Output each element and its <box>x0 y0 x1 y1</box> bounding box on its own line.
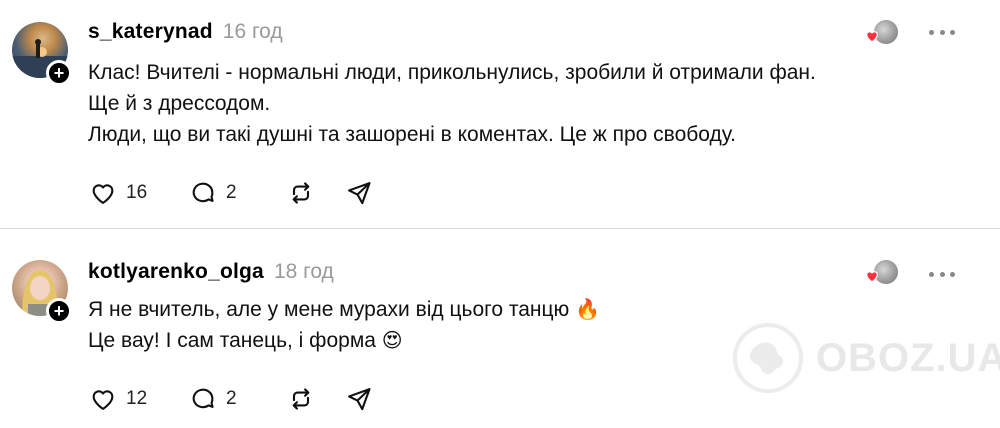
share-button[interactable] <box>344 179 374 207</box>
post-text-content: Я не вчитель, але у мене мурахи від цьог… <box>88 298 570 321</box>
username[interactable]: s_katerynad <box>88 20 213 44</box>
fire-emoji-icon: 🔥 <box>575 297 601 321</box>
timestamp: 16 год <box>222 20 283 43</box>
comment-button[interactable]: 2 <box>188 385 286 413</box>
globe-logo-icon <box>733 323 803 393</box>
send-icon <box>348 182 371 205</box>
post-text-content: Це вау! І сам танець, і форма <box>88 329 376 352</box>
post-actions: 16 2 <box>88 178 374 208</box>
comment-count: 2 <box>226 182 237 203</box>
post-divider <box>0 228 1000 229</box>
post-text-line: Люди, що ви такі душні та зашорені в ком… <box>88 123 736 146</box>
timestamp: 18 год <box>273 260 334 283</box>
comment-button[interactable]: 2 <box>188 179 286 207</box>
comment-bubble-icon <box>192 388 214 409</box>
liked-by-author-indicator <box>862 20 902 46</box>
watermark-text: OBOZ.UA <box>816 336 1000 380</box>
username[interactable]: kotlyarenko_olga <box>88 260 264 284</box>
post-text-line: Клас! Вчителі - нормальні люди, прикольн… <box>88 61 816 84</box>
repost-icon <box>292 182 310 204</box>
heart-icon <box>92 390 114 410</box>
thread-post-1: + s_katerynad 16 год Клас! Вчителі - нор… <box>0 0 1000 228</box>
share-button[interactable] <box>344 385 374 413</box>
comment-bubble-icon <box>192 182 214 203</box>
post-text: Клас! Вчителі - нормальні люди, прикольн… <box>88 57 816 150</box>
like-count: 12 <box>126 388 148 409</box>
repost-button[interactable] <box>286 179 344 207</box>
post-actions: 12 2 <box>88 384 374 414</box>
post-text-line: Це вау! І сам танець, і форма 😍 <box>88 325 600 356</box>
post-header: kotlyarenko_olga 18 год <box>88 260 334 284</box>
comment-count: 2 <box>226 388 237 409</box>
heart-eyes-emoji-icon: 😍 <box>381 328 403 352</box>
post-header: s_katerynad 16 год <box>88 20 283 44</box>
like-count: 16 <box>126 182 148 203</box>
heart-filled-icon <box>865 271 879 283</box>
more-options-button[interactable] <box>929 268 955 280</box>
more-options-button[interactable] <box>929 26 955 38</box>
avatar-with-follow[interactable]: + <box>12 260 72 324</box>
send-icon <box>348 388 371 411</box>
like-button[interactable]: 16 <box>88 179 188 207</box>
post-text-line: Ще й з дресcодом. <box>88 92 271 115</box>
watermark: OBOZ.UA <box>730 320 1000 400</box>
post-text-line: Я не вчитель, але у мене мурахи від цьог… <box>88 294 600 325</box>
follow-plus-button[interactable]: + <box>46 60 72 86</box>
repost-icon <box>292 388 310 410</box>
heart-icon <box>92 184 114 204</box>
heart-filled-icon <box>865 31 879 43</box>
avatar-with-follow[interactable]: + <box>12 22 72 86</box>
follow-plus-button[interactable]: + <box>46 298 72 324</box>
repost-button[interactable] <box>286 385 344 413</box>
post-text: Я не вчитель, але у мене мурахи від цьог… <box>88 294 600 356</box>
like-button[interactable]: 12 <box>88 385 188 413</box>
liked-by-author-indicator <box>862 260 902 286</box>
